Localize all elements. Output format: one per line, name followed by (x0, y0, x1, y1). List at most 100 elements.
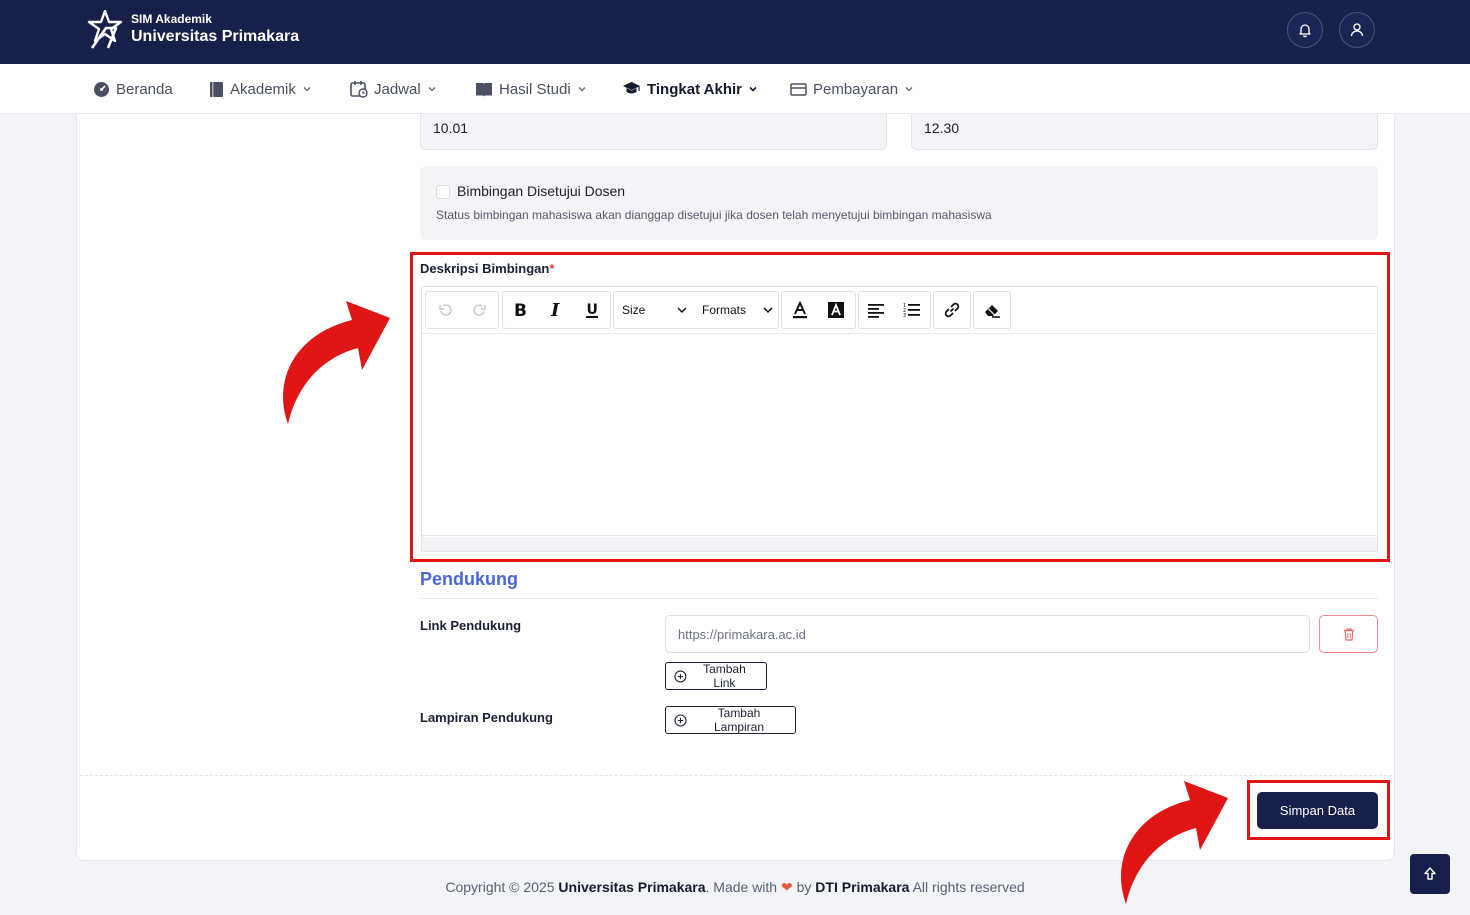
plus-circle-icon (674, 670, 687, 682)
size-select[interactable]: Size (614, 292, 694, 328)
delete-link-button[interactable] (1319, 615, 1378, 653)
align-left-icon (868, 304, 884, 318)
by-text: by (796, 879, 812, 895)
size-select-label: Size (622, 303, 646, 317)
dashboard-icon (94, 81, 109, 97)
calendar-clock-icon (350, 81, 368, 98)
underline-button[interactable]: U (575, 292, 609, 328)
svg-text:I: I (550, 301, 560, 319)
nav-item-label: Tingkat Akhir (647, 80, 743, 98)
footer-team: DTI Primakara (815, 879, 910, 895)
heart-icon: ❤ (780, 879, 793, 895)
insert-link-button[interactable] (935, 292, 969, 328)
nav-item-label: Hasil Studi (499, 80, 571, 98)
user-icon (1350, 23, 1364, 37)
link-pendukung-label: Link Pendukung (420, 618, 522, 633)
add-attachment-label: Tambah Lampiran (713, 706, 765, 734)
description-label-text: Deskripsi Bimbingan (420, 261, 550, 276)
ordered-list-icon: 123 (903, 303, 920, 318)
arrow-up-icon (1424, 867, 1436, 880)
nav-item-hasil-studi[interactable]: Hasil Studi (475, 79, 587, 99)
eraser-icon (985, 305, 1000, 318)
copyright-text: Copyright © 2025 (445, 879, 555, 895)
undo-icon (439, 304, 452, 316)
nav-item-akademik[interactable]: Akademik (209, 79, 312, 99)
align-button[interactable] (859, 292, 893, 328)
nav-item-beranda[interactable]: Beranda (93, 79, 173, 99)
editor-status-bar (422, 537, 1377, 551)
italic-icon: I (550, 301, 560, 319)
background-color-button[interactable] (819, 292, 853, 328)
svg-text:U: U (587, 302, 598, 318)
app-subtitle: SIM Akademik (131, 12, 212, 26)
editor-toolbar: B I U Size Formats 1 2 3 (422, 287, 1377, 334)
description-editor: B I U Size Formats 1 2 3 (421, 286, 1378, 552)
lampiran-pendukung-label: Lampiran Pendukung (420, 710, 553, 725)
start-time-field[interactable]: 10.01 (420, 114, 887, 150)
approval-label: Bimbingan Disetujui Dosen (457, 183, 626, 199)
clear-format-group (973, 291, 1011, 329)
wallet-icon (790, 82, 807, 96)
text-color-button[interactable] (783, 292, 817, 328)
trash-icon (1343, 628, 1354, 641)
section-divider (420, 598, 1378, 599)
scroll-to-top-button[interactable] (1410, 854, 1450, 894)
clear-format-button[interactable] (975, 292, 1009, 328)
university-logo (87, 10, 123, 49)
add-link-label: Tambah Link (703, 662, 746, 690)
made-with-text: . Made with (705, 879, 778, 895)
app-title: Universitas Primakara (131, 28, 300, 45)
formats-select[interactable]: Formats (694, 292, 780, 328)
end-time-field[interactable]: 12.30 (911, 114, 1378, 150)
footer-org: Universitas Primakara (558, 879, 706, 895)
chevron-down-icon (749, 86, 757, 92)
main-nav: Beranda Akademik Jadwal Hasil Studi Ting… (0, 64, 1470, 114)
chevron-down-icon (428, 87, 436, 92)
page-footer: Copyright © 2025 Universitas Primakara. … (0, 879, 1470, 896)
editor-content-area[interactable] (422, 334, 1377, 536)
bold-button[interactable]: B (503, 292, 537, 328)
history-group (425, 291, 499, 329)
chevron-down-icon (578, 87, 586, 92)
open-book-icon (476, 82, 492, 97)
nav-item-jadwal[interactable]: Jadwal (350, 79, 437, 99)
format-select-group: Size Formats (613, 291, 779, 329)
italic-button[interactable]: I (539, 292, 573, 328)
background-color-icon (828, 302, 844, 318)
plus-circle-icon (674, 713, 687, 727)
undo-button[interactable] (428, 292, 462, 328)
profile-button[interactable] (1339, 12, 1375, 48)
book-icon (210, 81, 223, 97)
text-style-group: B I U (502, 291, 611, 329)
save-button[interactable]: Simpan Data (1257, 792, 1378, 829)
chevron-down-icon (905, 87, 913, 92)
redo-icon (473, 304, 486, 316)
bold-icon: B (514, 301, 527, 319)
approval-checkbox[interactable] (436, 185, 450, 199)
redo-button[interactable] (463, 292, 497, 328)
notification-button[interactable] (1287, 12, 1323, 48)
paragraph-group: 123 (858, 291, 931, 329)
underline-icon: U (586, 302, 598, 318)
link-pendukung-input[interactable] (665, 615, 1310, 653)
text-color-icon (793, 301, 807, 319)
color-group (781, 291, 856, 329)
nav-item-label: Akademik (230, 80, 296, 98)
nav-item-pembayaran[interactable]: Pembayaran (790, 79, 914, 99)
graduation-cap-icon (623, 82, 640, 94)
approval-help-text: Status bimbingan mahasiswa akan dianggap… (436, 208, 992, 222)
svg-text:3: 3 (903, 313, 906, 318)
svg-text:B: B (514, 301, 527, 319)
form-footer-divider (80, 775, 1392, 776)
add-link-button[interactable]: Tambah Link (665, 662, 767, 690)
approval-panel (420, 166, 1378, 240)
link-group (933, 291, 971, 329)
formats-select-label: Formats (702, 303, 747, 317)
ordered-list-button[interactable]: 123 (895, 292, 929, 328)
add-attachment-button[interactable]: Tambah Lampiran (665, 706, 796, 734)
description-label: Deskripsi Bimbingan* (420, 261, 554, 276)
nav-item-tingkat-akhir[interactable]: Tingkat Akhir (622, 79, 758, 99)
nav-item-label: Beranda (116, 80, 173, 98)
rights-text: All rights reserved (912, 879, 1025, 895)
link-icon (944, 302, 960, 318)
